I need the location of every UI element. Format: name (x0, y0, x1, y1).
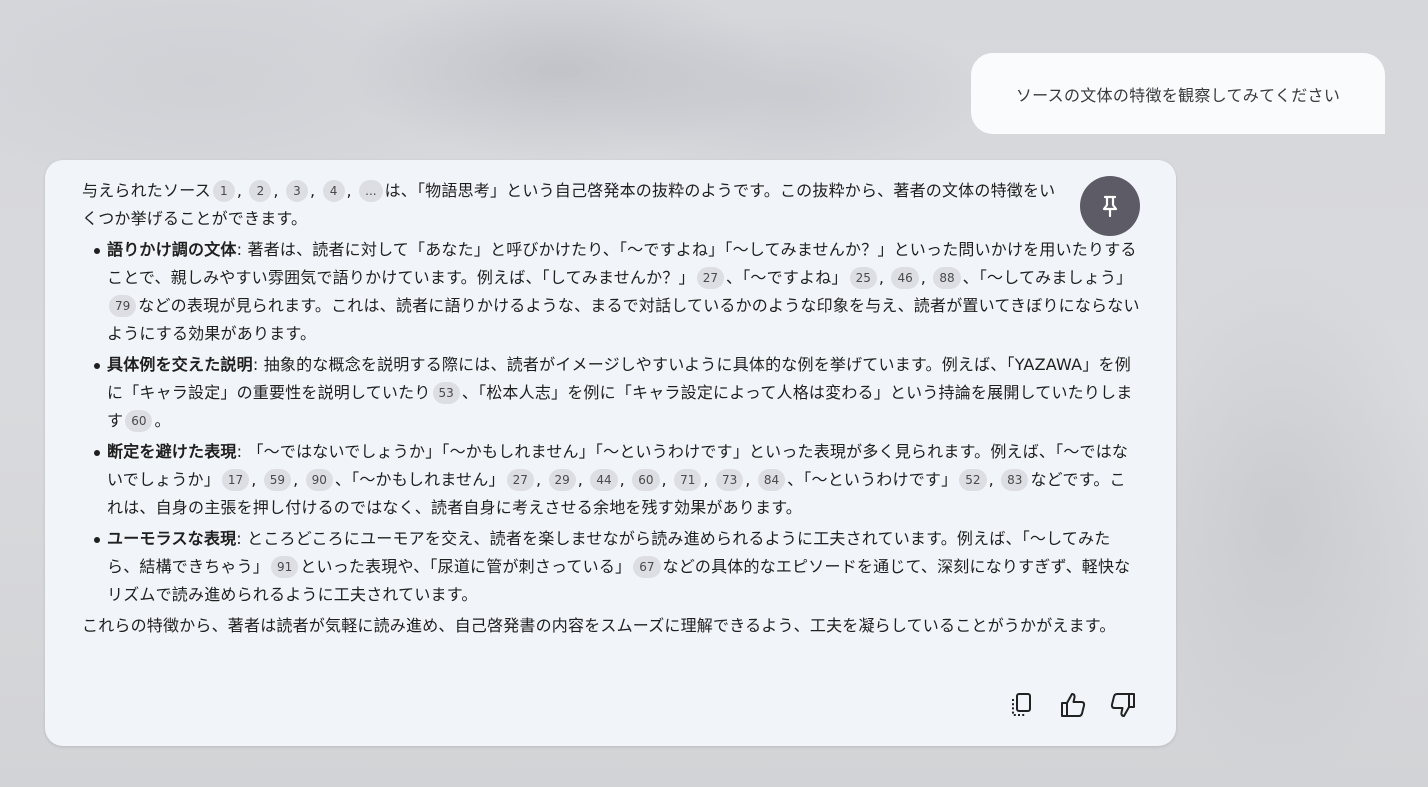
feature-item-conversational-style: 語りかけ調の文体: 著者は、読者に対して「あなた」と呼びかけたり、「〜ですよね」… (82, 236, 1140, 348)
citation-group: 27, 29, 44, 60, 71, 73, 84 (505, 469, 787, 491)
citation-chip[interactable]: 17 (221, 469, 250, 491)
feature-title: ユーモラスな表現 (107, 529, 237, 548)
conclusion-paragraph: これらの特徴から、著者は読者が気軽に読み進め、自己啓発書の内容をスムーズに理解で… (82, 616, 1116, 635)
intro-citations: 1, 2, 3, 4, ... (211, 180, 385, 202)
citation-group: 27 (695, 267, 726, 289)
citation-group: 91 (269, 556, 300, 578)
citation-chip[interactable]: 71 (674, 469, 702, 491)
feature-text: といった表現や、「尿道に管が刺さっている」 (300, 557, 632, 576)
citation-chip[interactable]: 60 (632, 469, 660, 491)
copy-button[interactable] (1005, 688, 1039, 722)
bullet-dot (94, 363, 100, 369)
citation-chip[interactable]: 44 (590, 469, 618, 491)
citation-chip[interactable]: 83 (1001, 469, 1029, 491)
citation-chip[interactable]: 4 (322, 180, 345, 202)
feature-text: 。 (154, 411, 171, 430)
pin-button[interactable] (1080, 176, 1140, 236)
citation-chip[interactable]: 60 (125, 410, 153, 432)
feature-item-humorous-expressions: ユーモラスな表現: ところどころにユーモアを交え、読者を楽しませながら読み進めら… (82, 525, 1140, 609)
citation-group: 25, 46, 88 (848, 267, 963, 289)
citation-chip[interactable]: 79 (109, 295, 137, 317)
feature-item-concrete-examples: 具体例を交えた説明: 抽象的な概念を説明する際には、読者がイメージしやすいように… (82, 351, 1140, 435)
feature-text: 、「〜というわけです」 (787, 470, 958, 489)
citation-chip[interactable]: 1 (212, 180, 235, 202)
intro-text: 与えられたソース (82, 181, 211, 200)
pin-icon (1102, 195, 1118, 218)
copy-icon (1012, 693, 1031, 716)
citation-chip[interactable]: 25 (849, 267, 877, 289)
citation-group: 60 (123, 410, 154, 432)
citation-group: 79 (107, 295, 138, 317)
citation-chip[interactable]: 88 (933, 267, 961, 289)
citation-chip[interactable]: ... (359, 180, 383, 202)
feature-title: 具体例を交えた説明 (107, 355, 253, 374)
citation-chip[interactable]: 90 (305, 469, 333, 491)
citation-group: 67 (631, 556, 662, 578)
feature-list: 語りかけ調の文体: 著者は、読者に対して「あなた」と呼びかけたり、「〜ですよね」… (82, 236, 1140, 609)
feature-title: 断定を避けた表現 (107, 442, 237, 461)
feature-text: などの表現が見られます。これは、読者に語りかけるような、まるで対話しているかのよ… (107, 296, 1140, 343)
thumbs-up-button[interactable] (1056, 688, 1090, 722)
citation-group: 17, 59, 90 (220, 469, 335, 491)
citation-chip[interactable]: 73 (715, 469, 744, 491)
citation-chip[interactable]: 53 (432, 382, 460, 404)
thumbs-down-icon (1110, 693, 1135, 717)
response-card: 与えられたソース 1, 2, 3, 4, ... は、「物語思考」という自己啓発本の… (45, 160, 1176, 746)
citation-group: 52, 83 (957, 469, 1030, 491)
bullet-dot (94, 248, 100, 254)
citation-chip[interactable]: 27 (696, 267, 725, 289)
bullet-dot (94, 450, 100, 456)
thumbs-down-button[interactable] (1106, 688, 1140, 722)
intro-paragraph: 与えられたソース 1, 2, 3, 4, ... は、「物語思考」という自己啓発本の… (82, 177, 1062, 233)
bullet-dot (94, 537, 100, 543)
citation-chip[interactable]: 29 (548, 469, 576, 491)
citation-chip[interactable]: 67 (633, 556, 661, 578)
citation-chip[interactable]: 59 (263, 469, 292, 491)
response-actions (1005, 688, 1140, 722)
response-content: 与えられたソース 1, 2, 3, 4, ... は、「物語思考」という自己啓発本の… (82, 177, 1140, 640)
citation-chip[interactable]: 46 (891, 267, 919, 289)
thumbs-up-icon (1060, 693, 1085, 717)
user-message-bubble: ソースの文体の特徴を観察してみてください (971, 53, 1385, 134)
citation-chip[interactable]: 3 (285, 180, 308, 202)
citation-group: 53 (431, 382, 462, 404)
citation-chip[interactable]: 52 (959, 469, 987, 491)
citation-chip[interactable]: 91 (271, 556, 299, 578)
feature-item-hedged-expressions: 断定を避けた表現: 「〜ではないでしょうか」「〜かもしれません」「〜というわけで… (82, 438, 1140, 522)
feature-text: 、「〜してみましょう」 (962, 268, 1133, 287)
feature-title: 語りかけ調の文体 (107, 240, 237, 259)
citation-chip[interactable]: 2 (249, 180, 272, 202)
feature-text: 、「〜ですよね」 (726, 268, 848, 287)
user-message-text: ソースの文体の特徴を観察してみてください (1015, 85, 1341, 105)
citation-chip[interactable]: 27 (506, 469, 534, 491)
feature-text: 、「〜かもしれません」 (334, 470, 505, 489)
citation-chip[interactable]: 84 (757, 469, 786, 491)
